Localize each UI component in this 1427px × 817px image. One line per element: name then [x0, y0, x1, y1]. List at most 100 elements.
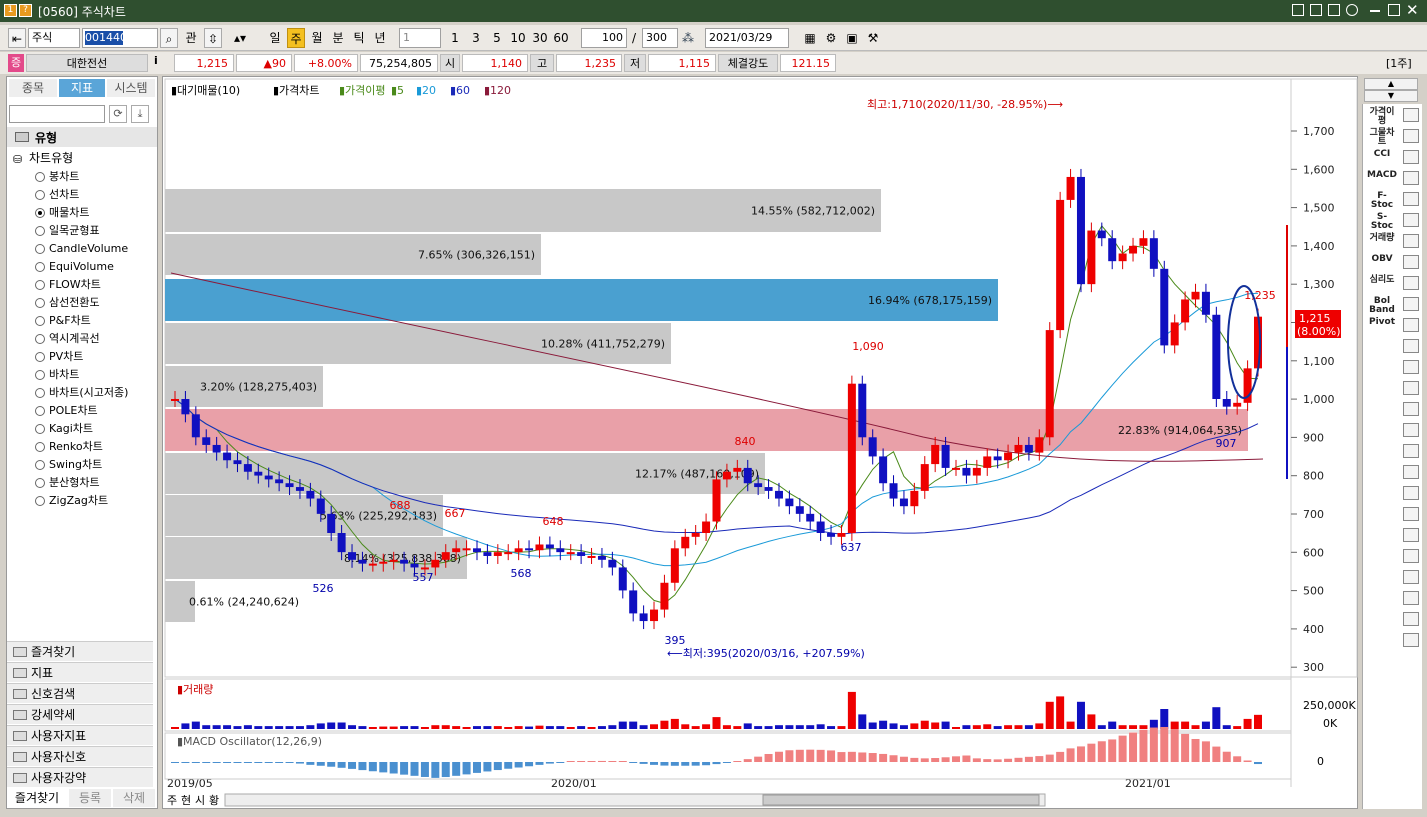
chart-type-item[interactable]: 삼선전환도 [35, 295, 100, 311]
indicator-button[interactable]: F-Stoc [1367, 192, 1397, 210]
radio-icon[interactable] [35, 190, 45, 200]
num-icon[interactable]: 1 [4, 4, 17, 17]
bottom-tab[interactable]: 황 [209, 794, 219, 807]
search-icon[interactable]: ⌕ [160, 28, 178, 48]
drawing-tool-icon[interactable] [1403, 633, 1419, 647]
folder-item[interactable]: 사용자신호 [7, 746, 153, 766]
indicator-button[interactable]: 거래량 [1367, 234, 1397, 243]
count-input[interactable]: 100 [581, 28, 627, 48]
drawing-tool-icon[interactable] [1403, 549, 1419, 563]
drawing-tool-icon[interactable] [1403, 591, 1419, 605]
refresh-icon[interactable]: ⟳ [109, 105, 127, 123]
indicator-button[interactable]: CCI [1367, 150, 1397, 159]
drawing-tool-icon[interactable] [1403, 297, 1419, 311]
bottom-tab[interactable]: 시 [195, 794, 205, 807]
indicator-button[interactable]: OBV [1367, 255, 1397, 264]
drawing-tool-icon[interactable] [1403, 171, 1419, 185]
chart-type-item[interactable]: CandleVolume [35, 241, 128, 257]
tab-indicator[interactable]: 지표 [59, 79, 105, 97]
period-tick[interactable]: 틱 [350, 28, 368, 48]
radio-icon[interactable] [35, 352, 45, 362]
chart-type-item[interactable]: PV차트 [35, 349, 83, 365]
save-icon[interactable]: ▣ [843, 28, 861, 48]
chart-type-item[interactable]: Swing차트 [35, 457, 102, 473]
interval-select[interactable]: 1 [399, 28, 441, 48]
drawing-tool-icon[interactable] [1403, 423, 1419, 437]
drawing-tool-icon[interactable] [1403, 129, 1419, 143]
link-icon[interactable] [1292, 4, 1304, 16]
drawing-tool-icon[interactable] [1403, 192, 1419, 206]
chart-type-item[interactable]: 매물차트 [35, 205, 89, 221]
radio-icon[interactable] [35, 298, 45, 308]
quick-30[interactable]: 30 [530, 28, 550, 48]
folder-item[interactable]: 강세약세 [7, 704, 153, 724]
gear-icon[interactable]: ⚙ [822, 28, 840, 48]
chart-type-item[interactable]: Kagi차트 [35, 421, 93, 437]
drawing-tool-icon[interactable] [1403, 276, 1419, 290]
chart-type-item[interactable]: 일목균형표 [35, 223, 100, 239]
folder-item[interactable]: 즐겨찾기 [7, 641, 153, 661]
radio-icon[interactable] [35, 406, 45, 416]
capture-icon[interactable] [1346, 4, 1358, 16]
indicator-button[interactable]: 가격이평 [1367, 108, 1397, 126]
chart-area[interactable]: ▮대기매물(10) ▮가격차트 ▮가격이평 ▮5 ▮20 ▮60 ▮120 14.55% (5… [162, 76, 1358, 809]
stock-name[interactable]: 대한전선 [26, 54, 148, 72]
chart-type-item[interactable]: 역시계곡선 [35, 331, 100, 347]
folder-item[interactable]: 사용자강약 [7, 767, 153, 787]
folder-item[interactable]: 신호검색 [7, 683, 153, 703]
radio-icon[interactable] [35, 334, 45, 344]
radio-icon[interactable] [35, 172, 45, 182]
drawing-tool-icon[interactable] [1403, 339, 1419, 353]
radio-icon[interactable] [35, 370, 45, 380]
indicator-button[interactable]: S-Stoc [1367, 213, 1397, 231]
chart-type-item[interactable]: ZigZag차트 [35, 493, 108, 509]
drawing-tool-icon[interactable] [1403, 528, 1419, 542]
radio-icon[interactable] [35, 442, 45, 452]
tab-stock[interactable]: 종목 [9, 79, 57, 97]
radio-icon[interactable] [35, 424, 45, 434]
minimize-icon[interactable] [1370, 10, 1380, 12]
grid-icon[interactable]: ▦ [801, 28, 819, 48]
date-select[interactable]: 2021/03/29 [705, 28, 789, 48]
tab-system[interactable]: 시스템 [107, 79, 155, 97]
drawing-tool-icon[interactable] [1403, 213, 1419, 227]
radio-icon[interactable] [35, 226, 45, 236]
group-title[interactable]: 차트유형 [29, 149, 73, 166]
indicator-button[interactable]: 심리도 [1367, 276, 1397, 285]
copy-icon[interactable] [1310, 4, 1322, 16]
drawing-tool-icon[interactable] [1403, 402, 1419, 416]
quick-3[interactable]: 3 [467, 28, 485, 48]
drawing-tool-icon[interactable] [1403, 612, 1419, 626]
chart-type-item[interactable]: POLE차트 [35, 403, 98, 419]
folder-item[interactable]: 지표 [7, 662, 153, 682]
chart-type-item[interactable]: EquiVolume [35, 259, 114, 275]
total-input[interactable]: 300 [642, 28, 678, 48]
chart-type-item[interactable]: FLOW차트 [35, 277, 101, 293]
scroll-up-icon[interactable]: ▲ [1364, 78, 1418, 90]
chart-type-item[interactable]: 바차트 [35, 367, 79, 383]
drawing-tool-icon[interactable] [1403, 360, 1419, 374]
period-year[interactable]: 년 [371, 28, 389, 48]
folder-item[interactable]: 사용자지표 [7, 725, 153, 745]
spin-icon[interactable]: ▴▾ [226, 28, 254, 48]
download-icon[interactable]: ⤓ [131, 105, 149, 123]
indicator-button[interactable]: Bol Band [1367, 297, 1397, 315]
drawing-tool-icon[interactable] [1403, 318, 1419, 332]
up-down-icon[interactable]: ⇳ [204, 28, 222, 48]
kwan-button[interactable]: 관 [182, 28, 200, 48]
quick-5[interactable]: 5 [488, 28, 506, 48]
indicator-button[interactable]: 그물차트 [1367, 129, 1397, 147]
info-button[interactable]: i [154, 54, 166, 67]
section-header[interactable] [7, 127, 157, 147]
tool-icon[interactable]: ⚒ [864, 28, 882, 48]
radio-icon[interactable] [35, 478, 45, 488]
bottom-tab-favorite[interactable]: 즐겨찾기 [9, 789, 65, 807]
drawing-tool-icon[interactable] [1403, 570, 1419, 584]
period-day[interactable]: 일 [266, 28, 284, 48]
indicator-button[interactable]: Pivot [1367, 318, 1397, 327]
quick-1[interactable]: 1 [446, 28, 464, 48]
radio-icon[interactable] [35, 496, 45, 506]
drawing-tool-icon[interactable] [1403, 255, 1419, 269]
radio-icon[interactable] [35, 460, 45, 470]
chart-type-item[interactable]: 선차트 [35, 187, 79, 203]
